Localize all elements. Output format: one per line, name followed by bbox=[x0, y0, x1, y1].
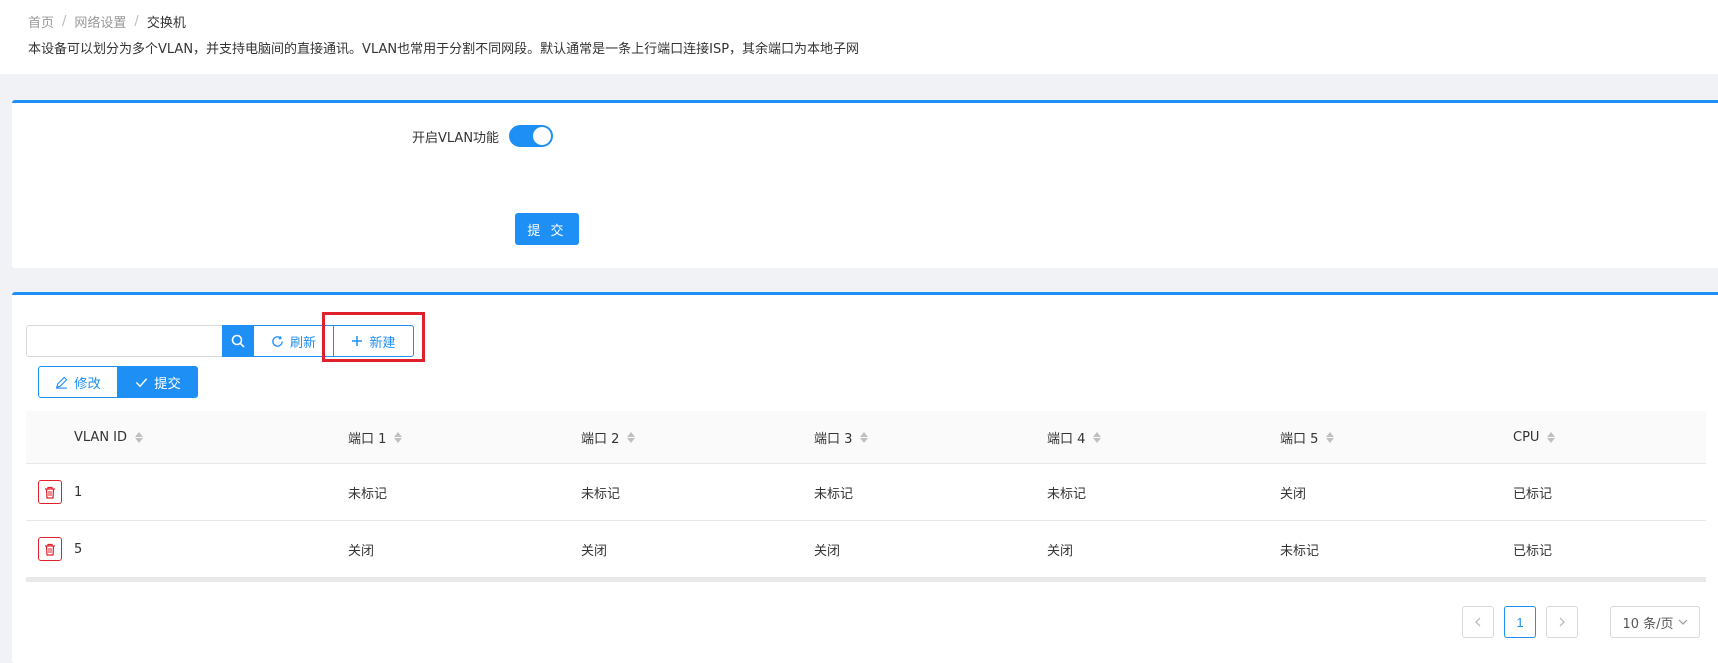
header-cpu[interactable]: CPU bbox=[1513, 430, 1673, 445]
prev-page-button[interactable] bbox=[1462, 606, 1494, 638]
next-page-button[interactable] bbox=[1546, 606, 1578, 638]
header-port-3[interactable]: 端口 3 bbox=[814, 428, 1047, 447]
sort-icon[interactable] bbox=[394, 431, 403, 443]
page-description: 本设备可以划分为多个VLAN，并支持电脑间的直接通讯。VLAN也常用于分割不同网… bbox=[28, 42, 860, 57]
horizontal-scrollbar[interactable] bbox=[26, 578, 1706, 582]
commit-button[interactable]: 提交 bbox=[118, 366, 198, 398]
refresh-icon bbox=[272, 335, 283, 347]
delete-cell bbox=[26, 480, 74, 504]
chevron-left-icon bbox=[1475, 617, 1481, 627]
delete-cell bbox=[26, 537, 74, 561]
breadcrumb-network[interactable]: 网络设置 bbox=[74, 12, 126, 31]
cell-port-2: 关闭 bbox=[581, 543, 608, 559]
cell-port-1: 关闭 bbox=[348, 543, 375, 559]
vlan-toggle-row: 开启VLAN功能 bbox=[412, 125, 554, 147]
header-port-5[interactable]: 端口 5 bbox=[1280, 428, 1513, 447]
page-number[interactable]: 1 bbox=[1504, 606, 1536, 638]
pagination: 1 10 条/页 bbox=[1462, 606, 1700, 638]
submit-button[interactable]: 提 交 bbox=[515, 213, 579, 245]
vlan-toggle-switch[interactable] bbox=[509, 125, 554, 147]
trash-icon bbox=[45, 486, 55, 499]
breadcrumb-home[interactable]: 首页 bbox=[28, 12, 54, 31]
cell-cpu: 已标记 bbox=[1513, 486, 1553, 502]
edit-icon bbox=[56, 376, 68, 389]
table-row: 1 未标记 未标记 未标记 未标记 关闭 已标记 bbox=[26, 464, 1706, 521]
cell-port-5: 未标记 bbox=[1280, 543, 1320, 559]
cell-port-4: 关闭 bbox=[1047, 543, 1074, 559]
cell-cpu: 已标记 bbox=[1513, 543, 1553, 559]
header-port-2[interactable]: 端口 2 bbox=[581, 428, 814, 447]
edit-label: 修改 bbox=[74, 376, 101, 392]
chevron-right-icon bbox=[1559, 617, 1565, 627]
page-size-label: 10 条/页 bbox=[1622, 616, 1674, 632]
delete-button[interactable] bbox=[38, 537, 62, 561]
switch-knob bbox=[533, 127, 552, 145]
sort-icon[interactable] bbox=[1547, 431, 1556, 443]
cell-port-2: 未标记 bbox=[581, 486, 621, 502]
vlan-table: VLAN ID 端口 1 端口 2 端口 3 端口 4 端口 5 CPU 1 未… bbox=[26, 411, 1706, 582]
refresh-label: 刷新 bbox=[289, 335, 316, 351]
sort-icon[interactable] bbox=[135, 431, 144, 443]
table-header: VLAN ID 端口 1 端口 2 端口 3 端口 4 端口 5 CPU bbox=[26, 411, 1706, 464]
vlan-table-card: 刷新 新建 修改 提交 VLAN ID 端口 1 端口 2 端口 3 端口 4 … bbox=[12, 292, 1718, 663]
delete-button[interactable] bbox=[38, 480, 62, 504]
check-icon bbox=[136, 377, 148, 387]
page-size-select[interactable]: 10 条/页 bbox=[1610, 606, 1700, 638]
table-row: 5 关闭 关闭 关闭 关闭 未标记 已标记 bbox=[26, 521, 1706, 578]
page-header: 首页 / 网络设置 / 交换机 本设备可以划分为多个VLAN，并支持电脑间的直接… bbox=[0, 0, 1718, 74]
trash-icon bbox=[45, 543, 55, 556]
breadcrumb-separator: / bbox=[62, 14, 67, 29]
breadcrumb: 首页 / 网络设置 / 交换机 bbox=[28, 12, 186, 31]
chevron-down-icon bbox=[1678, 619, 1687, 625]
cell-port-4: 未标记 bbox=[1047, 486, 1087, 502]
cell-port-3: 未标记 bbox=[814, 486, 854, 502]
header-port-1[interactable]: 端口 1 bbox=[348, 428, 581, 447]
header-port-4[interactable]: 端口 4 bbox=[1047, 428, 1280, 447]
search-button[interactable] bbox=[222, 325, 254, 357]
vlan-toggle-label: 开启VLAN功能 bbox=[412, 130, 500, 146]
header-vlan-id[interactable]: VLAN ID bbox=[74, 430, 348, 445]
cell-port-5: 关闭 bbox=[1280, 486, 1307, 502]
edit-button[interactable]: 修改 bbox=[38, 366, 118, 398]
vlan-settings-card: 开启VLAN功能 提 交 bbox=[12, 100, 1718, 268]
search-icon bbox=[231, 334, 245, 348]
sort-icon[interactable] bbox=[627, 431, 636, 443]
cell-vlan-id: 5 bbox=[74, 541, 83, 557]
sort-icon[interactable] bbox=[1093, 431, 1102, 443]
breadcrumb-current: 交换机 bbox=[146, 16, 186, 31]
sort-icon[interactable] bbox=[1326, 431, 1335, 443]
search-input[interactable] bbox=[26, 325, 222, 357]
cell-port-1: 未标记 bbox=[348, 486, 388, 502]
sort-icon[interactable] bbox=[860, 431, 869, 443]
breadcrumb-separator: / bbox=[134, 14, 139, 29]
commit-label: 提交 bbox=[154, 376, 181, 392]
highlight-box bbox=[322, 312, 425, 362]
cell-port-3: 关闭 bbox=[814, 543, 841, 559]
cell-vlan-id: 1 bbox=[74, 484, 83, 500]
edit-toolbar: 修改 提交 bbox=[38, 366, 198, 398]
